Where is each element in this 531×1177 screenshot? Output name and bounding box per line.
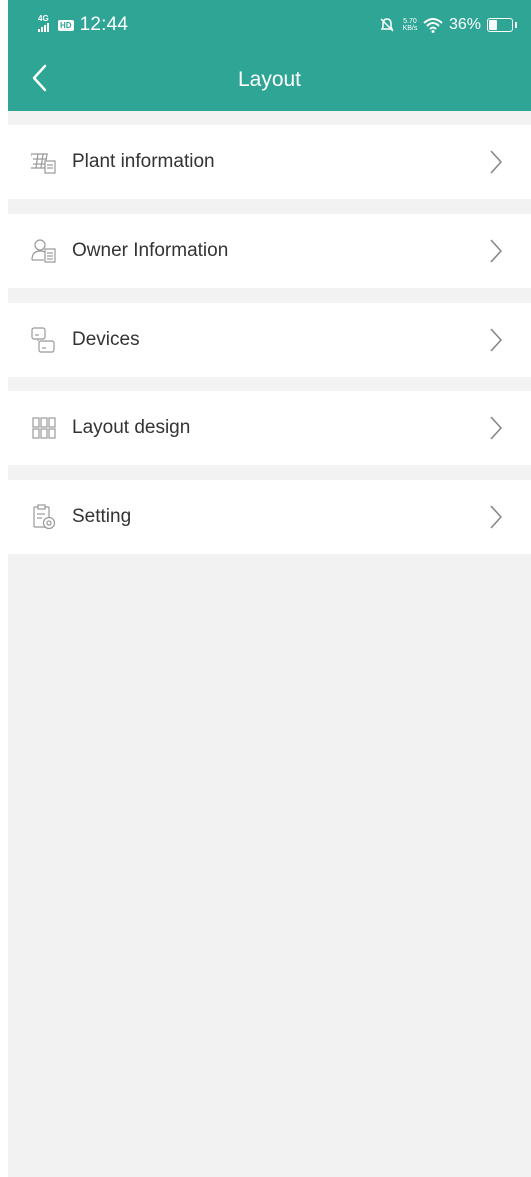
menu-item-label: Owner Information <box>72 240 229 261</box>
wifi-icon <box>423 18 443 33</box>
status-bar-left: 4G HD 12:44 <box>38 12 128 38</box>
menu-item-label: Devices <box>72 329 140 350</box>
menu-item-plant-information[interactable]: Plant information <box>8 125 531 199</box>
top-bar: 4G HD 12:44 5.70 KB/s 36% Layout <box>8 0 531 111</box>
signal-icon: 4G <box>38 13 56 32</box>
menu-item-label: Plant information <box>72 151 215 172</box>
setting-icon <box>33 504 56 530</box>
menu-item-label: Setting <box>72 506 132 527</box>
hd-badge: HD <box>58 19 74 31</box>
battery-icon <box>487 18 517 32</box>
chevron-right-icon <box>490 239 502 263</box>
menu-item-label: Layout design <box>72 417 191 438</box>
plant-info-icon <box>31 153 56 174</box>
page-title: Layout <box>237 68 302 91</box>
owner-info-icon <box>31 239 56 263</box>
bell-off-icon <box>380 18 394 32</box>
status-bar-right: 5.70 KB/s 36% <box>379 12 517 38</box>
menu-item-setting[interactable]: Setting <box>8 480 531 554</box>
status-time: 12:44 <box>79 14 129 35</box>
menu-item-layout-design[interactable]: Layout design <box>8 391 531 465</box>
status-bar: 4G HD 12:44 5.70 KB/s 36% <box>8 0 531 50</box>
network-speed: 5.70 KB/s <box>402 18 418 32</box>
chevron-right-icon <box>490 150 502 174</box>
chevron-right-icon <box>490 505 502 529</box>
app-screen: 4G HD 12:44 5.70 KB/s 36% Layout Plant i… <box>8 0 531 1177</box>
devices-icon <box>31 327 55 353</box>
chevron-right-icon <box>490 328 502 352</box>
layout-grid-icon <box>32 417 56 439</box>
network-type: 4G <box>38 13 49 23</box>
menu-item-owner-information[interactable]: Owner Information <box>8 214 531 288</box>
battery-percent: 36% <box>448 16 481 33</box>
menu-item-devices[interactable]: Devices <box>8 303 531 377</box>
chevron-right-icon <box>490 416 502 440</box>
